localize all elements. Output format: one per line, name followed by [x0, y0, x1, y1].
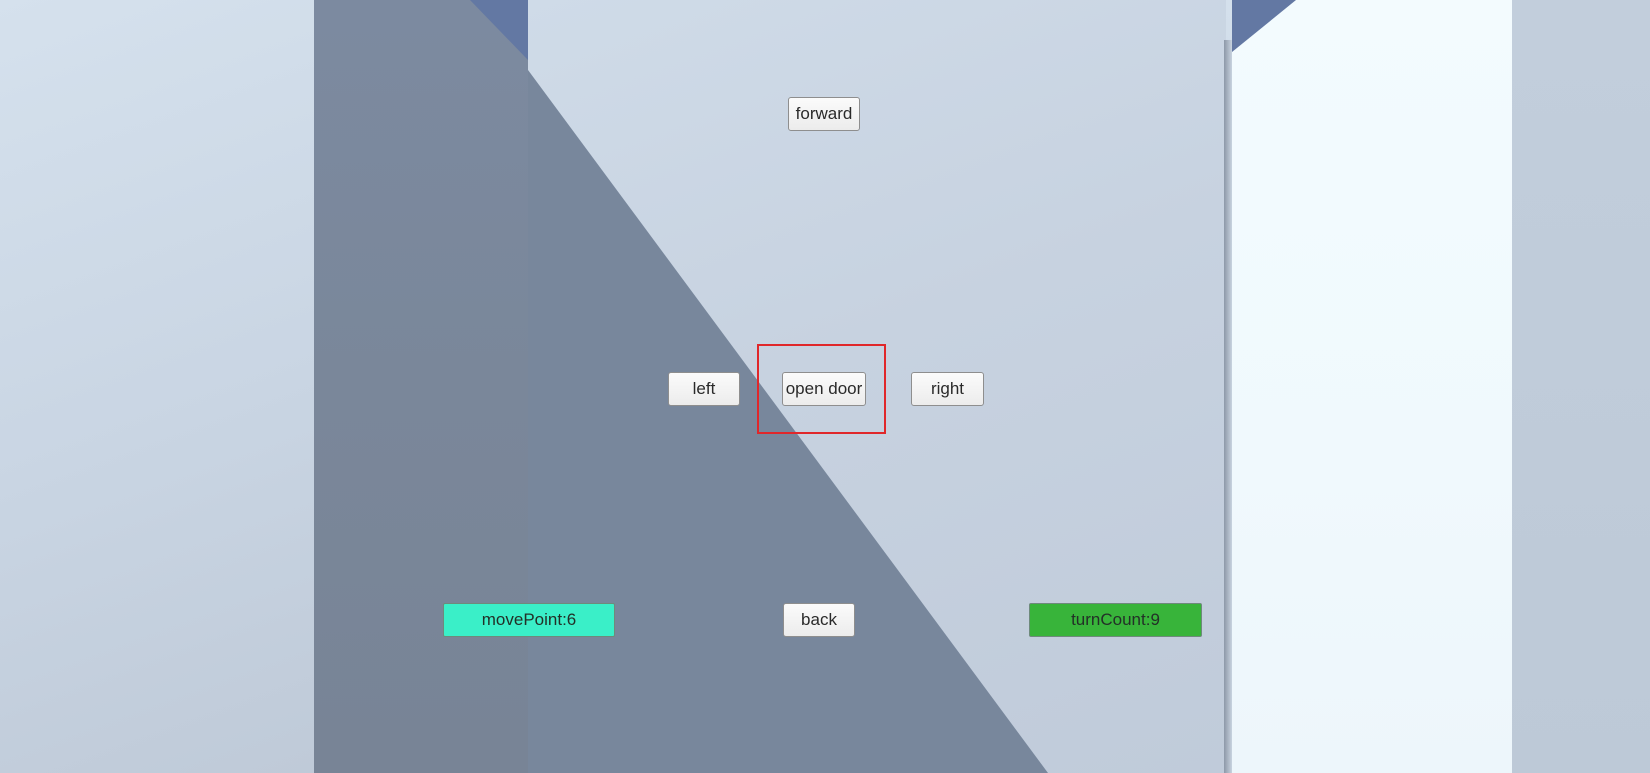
right-lit-wall	[1232, 0, 1512, 773]
move-point-counter: movePoint:6	[443, 603, 615, 637]
right-button[interactable]: right	[911, 372, 984, 406]
turn-count-counter: turnCount:9	[1029, 603, 1202, 637]
game-viewport: forward left open door right back movePo…	[0, 0, 1650, 773]
far-right-wall	[1512, 0, 1650, 773]
back-button[interactable]: back	[783, 603, 855, 637]
right-wall-edge	[1224, 40, 1232, 773]
left-button[interactable]: left	[668, 372, 740, 406]
far-left-wall	[0, 0, 314, 773]
open-door-button[interactable]: open door	[782, 372, 866, 406]
forward-button[interactable]: forward	[788, 97, 860, 131]
left-shadow-wall	[314, 0, 528, 773]
